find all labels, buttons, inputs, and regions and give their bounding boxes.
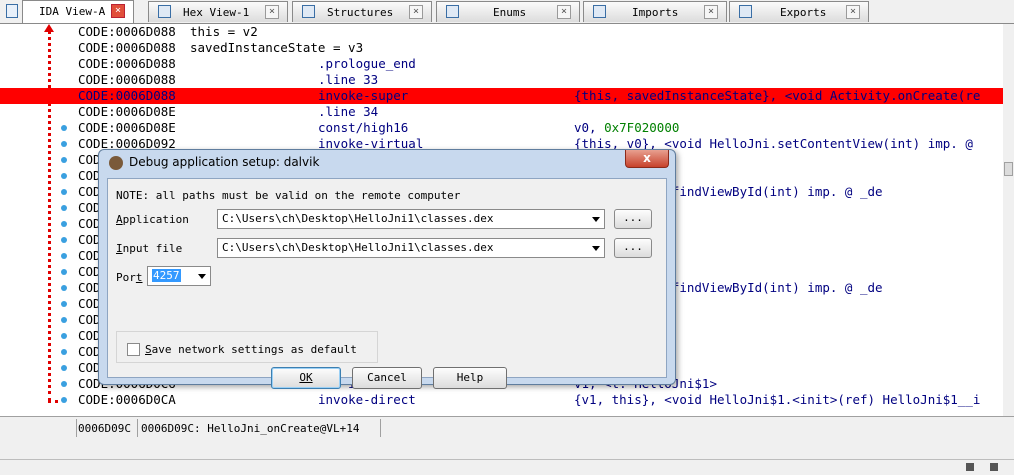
restore-icon[interactable] [990, 463, 998, 471]
close-icon[interactable]: × [111, 4, 125, 18]
structures-icon [302, 5, 315, 18]
status-separator [76, 419, 77, 437]
tab-ida-view-a[interactable]: IDA View-A × [22, 0, 134, 24]
chevron-down-icon[interactable] [198, 274, 206, 279]
port-value: 4257 [152, 269, 181, 282]
close-button[interactable]: x [625, 150, 669, 168]
imports-icon [593, 5, 606, 18]
code-line[interactable]: CODE:0006D088 .line 33 [0, 72, 1003, 88]
tab-label: Hex View-1 [183, 6, 250, 19]
cancel-button[interactable]: Cancel [352, 367, 422, 389]
tab-label: Imports [632, 6, 679, 19]
debug-setup-dialog: Debug application setup: dalvik x NOTE: … [98, 149, 676, 389]
code-addr: CODE:0006D088 [78, 88, 176, 103]
code-line[interactable]: CODE:0006D088 invoke-super {this, savedIns… [0, 88, 1003, 104]
exports-icon [739, 5, 752, 18]
code-addr: CODE:0006D08E [78, 120, 176, 135]
save-default-label[interactable]: Save network settings as default [145, 343, 357, 356]
port-label: Port [116, 271, 143, 284]
chevron-down-icon[interactable] [592, 217, 600, 222]
code-op: {this, savedInstanceState}, <void Activi… [574, 88, 981, 103]
code-addr: CODE:0006D088 [78, 24, 176, 39]
dialog-title: Debug application setup: dalvik [129, 155, 320, 169]
code-line[interactable]: CODE:0006D088 savedInstanceState = v3 [0, 40, 1003, 56]
scrollbar-thumb[interactable] [1004, 162, 1013, 176]
panel-controls [950, 456, 1010, 471]
status-address: 0006D09C [78, 422, 131, 435]
help-button[interactable]: Help [433, 367, 507, 389]
tab-label: Enums [493, 6, 527, 19]
status-separator [137, 419, 138, 437]
close-icon[interactable]: × [704, 5, 718, 19]
divider [0, 459, 1014, 460]
code-ins: const/high16 [318, 120, 409, 135]
debugger-icon [109, 156, 123, 170]
tab-label: Structures [327, 6, 394, 19]
ok-button[interactable]: OK [271, 367, 341, 389]
status-separator [380, 419, 381, 437]
browse-input-button[interactable]: ... [614, 238, 652, 258]
window-icon [6, 4, 18, 18]
input-file-combo[interactable]: C:\Users\ch\Desktop\HelloJni1\classes.de… [217, 238, 605, 258]
tab-exports[interactable]: Exports × [729, 1, 869, 22]
code-line[interactable]: CODE:0006D08E .line 34 [0, 104, 1003, 120]
application-combo[interactable]: C:\Users\ch\Desktop\HelloJni1\classes.de… [217, 209, 605, 229]
chevron-down-icon[interactable] [592, 246, 600, 251]
tab-hex-view[interactable]: Hex View-1 × [148, 1, 288, 22]
code-line[interactable]: CODE:0006D08E const/high16 v0, 0x7F020000 [0, 120, 1003, 136]
minimize-icon[interactable] [966, 463, 974, 471]
code-op: v0, 0x7F020000 [574, 120, 680, 135]
enums-icon [446, 5, 459, 18]
code-line[interactable]: CODE:0006D088 .prologue_end [0, 56, 1003, 72]
vertical-scrollbar[interactable] [1003, 24, 1014, 416]
tab-imports[interactable]: Imports × [583, 1, 727, 22]
code-ins: .line 34 [318, 104, 379, 119]
note-text: NOTE: all paths must be valid on the rem… [116, 189, 461, 202]
close-icon[interactable]: × [846, 5, 860, 19]
tab-bar: IDA View-A × Hex View-1 × Structures × E… [0, 0, 1014, 24]
code-op: {v1, this}, <void HelloJni$1.<init>(ref)… [574, 392, 981, 407]
tab-label: IDA View-A [39, 5, 106, 18]
application-value: C:\Users\ch\Desktop\HelloJni1\classes.de… [222, 212, 494, 225]
tab-label: Exports [780, 6, 827, 19]
save-default-checkbox[interactable] [127, 343, 140, 356]
tab-structures[interactable]: Structures × [292, 1, 432, 22]
code-addr: CODE:0006D088 [78, 72, 176, 87]
code-addr: CODE:0006D0CA [78, 392, 176, 407]
code-line[interactable]: CODE:0006D0CA invoke-direct {v1, this}, <v… [0, 392, 1003, 408]
status-location: 0006D09C: HelloJni_onCreate@VL+14 [141, 422, 360, 435]
close-icon[interactable]: × [557, 5, 571, 19]
bottom-panel [0, 440, 1014, 468]
close-icon[interactable]: × [265, 5, 279, 19]
code-addr: CODE:0006D088 [78, 40, 176, 55]
input-file-value: C:\Users\ch\Desktop\HelloJni1\classes.de… [222, 241, 494, 254]
close-icon[interactable]: × [409, 5, 423, 19]
code-ins: invoke-direct [318, 392, 416, 407]
code-comment: this = v2 [190, 24, 258, 39]
code-comment: savedInstanceState = v3 [190, 40, 364, 55]
code-ins: .prologue_end [318, 56, 416, 71]
code-line[interactable]: CODE:0006D088 this = v2 [0, 24, 1003, 40]
code-ins: .line 33 [318, 72, 379, 87]
status-bar: 0006D09C 0006D09C: HelloJni_onCreate@VL+… [0, 416, 1014, 440]
browse-application-button[interactable]: ... [614, 209, 652, 229]
dialog-body: NOTE: all paths must be valid on the rem… [107, 178, 667, 389]
port-combo[interactable]: 4257 [147, 266, 211, 286]
input-file-label: Input file [116, 242, 183, 255]
code-addr: CODE:0006D08E [78, 104, 176, 119]
hex-view-icon [158, 5, 171, 18]
code-addr: CODE:0006D088 [78, 56, 176, 71]
code-ins: invoke-super [318, 88, 409, 103]
ok-label: OK [299, 371, 313, 384]
application-label: Application [116, 213, 189, 226]
tab-enums[interactable]: Enums × [436, 1, 580, 22]
